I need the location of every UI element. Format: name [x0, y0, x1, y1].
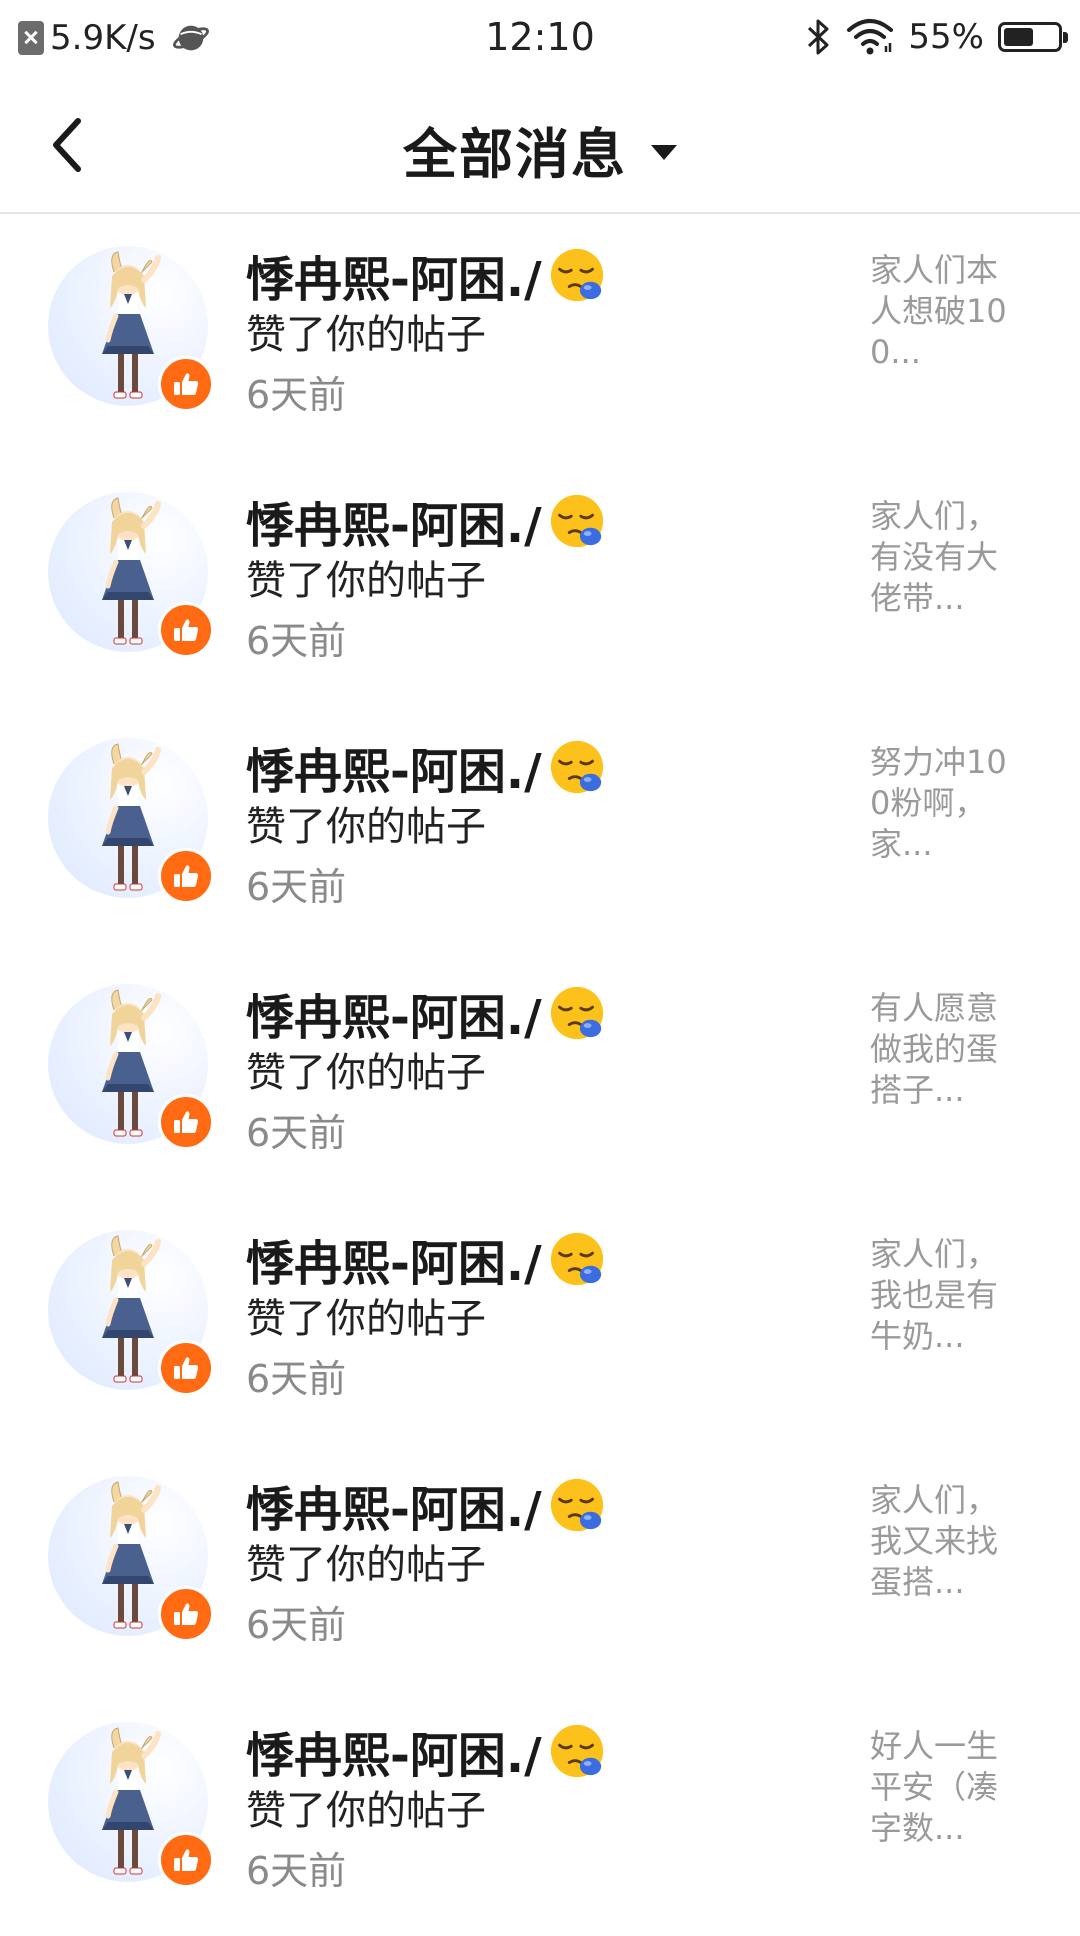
message-time: 6天前	[246, 865, 347, 909]
message-time: 6天前	[246, 619, 347, 663]
sender-name-row[interactable]: 悸冉熙-阿困./	[246, 1470, 606, 1540]
message-time: 6天前	[246, 1357, 347, 1401]
message-time: 6天前	[246, 1849, 347, 1893]
action-text: 赞了你的帖子	[246, 1296, 486, 1342]
message-item[interactable]: 悸冉熙-阿困./ 赞了你的帖子 6天前 家人们本人想破100...	[0, 214, 1080, 460]
sender-name-row[interactable]: 悸冉熙-阿困./	[246, 978, 606, 1048]
post-preview[interactable]: 有人愿意做我的蛋搭子...	[870, 988, 1020, 1111]
sleepy-face-icon	[550, 1478, 603, 1532]
like-badge	[158, 1094, 214, 1150]
battery-percent: 55%	[908, 17, 984, 57]
action-text: 赞了你的帖子	[246, 1788, 486, 1834]
thumbs-up-icon	[174, 1849, 199, 1871]
sleepy-face-icon	[550, 986, 603, 1040]
post-preview[interactable]: 家人们本人想破100...	[870, 250, 1020, 373]
sender-name: 悸冉熙-阿困./	[246, 252, 542, 308]
action-text: 赞了你的帖子	[246, 1542, 486, 1588]
action-text: 赞了你的帖子	[246, 312, 486, 358]
sleepy-face-icon	[550, 494, 603, 548]
message-item[interactable]: 悸冉熙-阿困./ 赞了你的帖子 6天前 努力冲100粉啊，家...	[0, 706, 1080, 952]
like-badge	[158, 1586, 214, 1642]
message-item[interactable]: 悸冉熙-阿困./ 赞了你的帖子 6天前 家人们，我又来找蛋搭...	[0, 1444, 1080, 1690]
post-preview[interactable]: 好人一生平安（凑字数...	[870, 1726, 1020, 1849]
sleepy-face-icon	[550, 248, 603, 302]
bluetooth-icon	[808, 19, 829, 55]
page-title: 全部消息	[403, 123, 627, 186]
thumbs-up-icon	[174, 1357, 199, 1379]
like-badge	[158, 1340, 214, 1396]
sleepy-face-icon	[550, 1232, 603, 1286]
battery-level-fill	[1004, 28, 1033, 46]
status-bar: 5.9K/s 12:10 55%	[0, 0, 1080, 76]
message-item[interactable]: 悸冉熙-阿困./ 赞了你的帖子 6天前 有人愿意做我的蛋搭子...	[0, 952, 1080, 1198]
like-badge	[158, 1832, 214, 1888]
sleepy-face-icon	[550, 740, 603, 794]
sender-name: 悸冉熙-阿困./	[246, 744, 542, 800]
header-bar: 全部消息	[0, 76, 1080, 214]
sender-name: 悸冉熙-阿困./	[246, 990, 542, 1046]
like-badge	[158, 848, 214, 904]
thumbs-up-icon	[174, 1603, 199, 1625]
message-time: 6天前	[246, 1603, 347, 1647]
post-preview[interactable]: 家人们，我又来找蛋搭...	[870, 1480, 1020, 1603]
sender-name: 悸冉熙-阿困./	[246, 1728, 542, 1784]
like-badge	[158, 356, 214, 412]
sender-name: 悸冉熙-阿困./	[246, 498, 542, 554]
message-item[interactable]: 悸冉熙-阿困./ 赞了你的帖子 6天前 好人一生平安（凑字数...	[0, 1690, 1080, 1936]
sender-name-row[interactable]: 悸冉熙-阿困./	[246, 1224, 606, 1294]
sender-name-row[interactable]: 悸冉熙-阿困./	[246, 1716, 606, 1786]
action-text: 赞了你的帖子	[246, 804, 486, 850]
action-text: 赞了你的帖子	[246, 558, 486, 604]
action-text: 赞了你的帖子	[246, 1050, 486, 1096]
sender-name-row[interactable]: 悸冉熙-阿困./	[246, 486, 606, 556]
sender-name-row[interactable]: 悸冉熙-阿困./	[246, 240, 606, 310]
message-time: 6天前	[246, 373, 347, 417]
message-list: 悸冉熙-阿困./ 赞了你的帖子 6天前 家人们本人想破100... 悸冉熙-阿困…	[0, 214, 1080, 1936]
status-right: 55%	[806, 16, 1068, 58]
thumbs-up-icon	[174, 619, 199, 641]
thumbs-up-icon	[174, 865, 199, 887]
sender-name: 悸冉熙-阿困./	[246, 1482, 542, 1538]
message-time: 6天前	[246, 1111, 347, 1155]
post-preview[interactable]: 家人们，我也是有牛奶...	[870, 1234, 1020, 1357]
thumbs-up-icon	[174, 1111, 199, 1133]
sender-name-row[interactable]: 悸冉熙-阿困./	[246, 732, 606, 802]
message-item[interactable]: 悸冉熙-阿困./ 赞了你的帖子 6天前 家人们，有没有大佬带...	[0, 460, 1080, 706]
wifi-icon	[847, 19, 894, 55]
thumbs-up-icon	[174, 373, 199, 395]
message-filter-dropdown[interactable]: 全部消息	[0, 110, 1080, 189]
post-preview[interactable]: 努力冲100粉啊，家...	[870, 742, 1020, 865]
message-item[interactable]: 悸冉熙-阿困./ 赞了你的帖子 6天前 家人们，我也是有牛奶...	[0, 1198, 1080, 1444]
dropdown-caret-icon	[651, 145, 677, 160]
sleepy-face-icon	[550, 1724, 603, 1778]
like-badge	[158, 602, 214, 658]
battery-icon	[998, 22, 1068, 52]
post-preview[interactable]: 家人们，有没有大佬带...	[870, 496, 1020, 619]
sender-name: 悸冉熙-阿困./	[246, 1236, 542, 1292]
